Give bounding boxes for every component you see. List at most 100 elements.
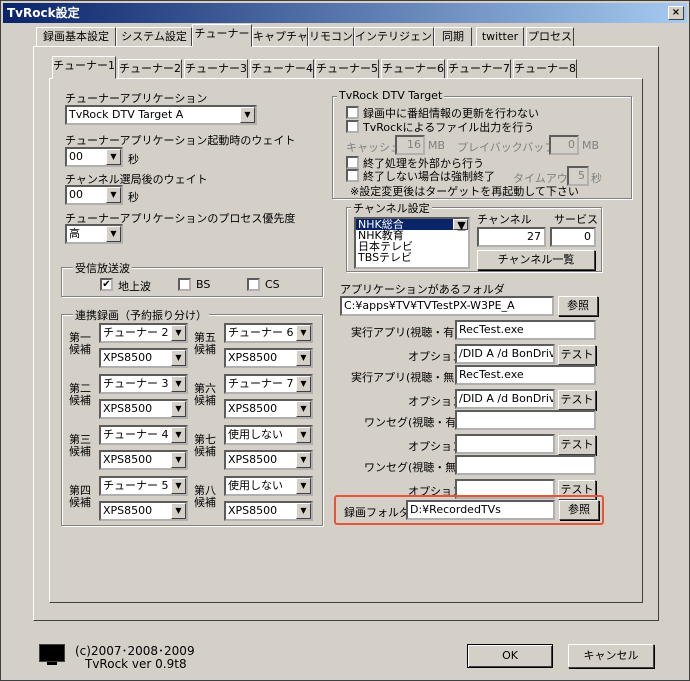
candidate-device-select[interactable]: XPS8500 ▼ bbox=[99, 348, 188, 368]
channel-input[interactable]: 27 bbox=[477, 227, 546, 247]
candidate-device-select[interactable]: XPS8500 ▼ bbox=[224, 348, 313, 368]
terrestrial-checkbox[interactable]: ✔ bbox=[100, 278, 113, 291]
file-output-checkbox[interactable] bbox=[346, 120, 359, 133]
exec-app-label: 実行アプリ(視聴・無) bbox=[351, 371, 459, 384]
candidate-tuner-select[interactable]: チューナー 6 ▼ bbox=[224, 323, 313, 343]
chevron-down-icon[interactable]: ▼ bbox=[171, 376, 186, 392]
bs-checkbox[interactable] bbox=[178, 278, 191, 291]
subtab-tuner4[interactable]: チューナー4 bbox=[250, 59, 314, 79]
chevron-down-icon[interactable]: ▼ bbox=[296, 452, 311, 468]
subtab-tuner5[interactable]: チューナー5 bbox=[315, 59, 379, 79]
test-button[interactable]: テスト bbox=[558, 345, 596, 365]
option-input[interactable] bbox=[455, 434, 555, 454]
chevron-down-icon[interactable]: ▼ bbox=[106, 226, 121, 242]
candidate-device-select[interactable]: XPS8500 ▼ bbox=[224, 399, 313, 419]
playback-buffer-input[interactable]: 0 bbox=[549, 135, 579, 155]
chevron-down-icon[interactable]: ▼ bbox=[296, 325, 311, 341]
exec-app-label: 実行アプリ(視聴・有) bbox=[351, 326, 459, 339]
tuner-app-select[interactable]: TvRock DTV Target A ▼ bbox=[65, 105, 257, 125]
subtab-tuner7[interactable]: チューナー7 bbox=[447, 59, 511, 79]
tab-recording-basic[interactable]: 録画基本設定 bbox=[36, 27, 116, 47]
ok-button[interactable]: OK bbox=[467, 644, 553, 668]
channel-scrollbar[interactable]: ▲ ▼ bbox=[453, 219, 468, 231]
option-input[interactable]: /DID A /d BonDriv bbox=[455, 344, 555, 364]
monitor-icon bbox=[39, 644, 65, 662]
chevron-down-icon[interactable]: ▼ bbox=[296, 376, 311, 392]
exec-app-input[interactable] bbox=[455, 455, 596, 475]
chevron-down-icon[interactable]: ▼ bbox=[171, 503, 186, 519]
chevron-down-icon[interactable]: ▼ bbox=[171, 401, 186, 417]
cache-input[interactable]: 16 bbox=[395, 135, 425, 155]
candidate-device-select[interactable]: XPS8500 ▼ bbox=[99, 399, 188, 419]
exec-app-input[interactable] bbox=[455, 410, 596, 430]
candidate-tuner-value: チューナー 5 bbox=[103, 479, 169, 492]
subtab-tuner3[interactable]: チューナー3 bbox=[184, 59, 248, 79]
tab-intelligent[interactable]: インテリジェント bbox=[354, 27, 443, 47]
channel-list-item[interactable]: TBSテレビ bbox=[356, 252, 468, 263]
candidate-device-select[interactable]: XPS8500 ▼ bbox=[224, 450, 313, 470]
chevron-down-icon[interactable]: ▼ bbox=[296, 503, 311, 519]
record-folder-label: 録画フォルダ bbox=[344, 506, 410, 519]
app-folder-browse-button[interactable]: 参照 bbox=[558, 296, 598, 316]
tuner-app-value: TvRock DTV Target A bbox=[69, 108, 184, 121]
exec-app-input[interactable]: RecTest.exe bbox=[455, 365, 596, 385]
chevron-down-icon[interactable]: ▼ bbox=[171, 478, 186, 494]
chevron-down-icon[interactable]: ▼ bbox=[171, 325, 186, 341]
channel-list-button[interactable]: チャンネル一覧 bbox=[477, 250, 595, 270]
chevron-down-icon[interactable]: ▼ bbox=[106, 187, 121, 203]
test-button[interactable]: テスト bbox=[558, 435, 596, 455]
candidate-tuner-select[interactable]: チューナー 5 ▼ bbox=[99, 476, 188, 496]
app-folder-input[interactable]: C:¥apps¥TV¥TVTestPX-W3PE_A bbox=[340, 296, 554, 316]
scroll-down-icon[interactable]: ▼ bbox=[453, 219, 468, 231]
tab-twitter[interactable]: twitter bbox=[476, 27, 524, 47]
candidate-device-select[interactable]: XPS8500 ▼ bbox=[224, 501, 313, 521]
record-folder-browse-button[interactable]: 参照 bbox=[559, 500, 599, 520]
record-folder-input[interactable]: D:¥RecordedTVs bbox=[406, 500, 555, 520]
tab-process[interactable]: プロセス bbox=[526, 27, 574, 47]
candidate-tuner-select[interactable]: チューナー 3 ▼ bbox=[99, 374, 188, 394]
candidate-device-value: XPS8500 bbox=[228, 453, 278, 466]
chevron-down-icon[interactable]: ▼ bbox=[296, 478, 311, 494]
tab-system[interactable]: システム設定 bbox=[116, 27, 192, 47]
candidate-tuner-value: チューナー 3 bbox=[103, 377, 169, 390]
cancel-button[interactable]: キャンセル bbox=[568, 644, 654, 668]
option-input[interactable]: /DID A /d BonDriv bbox=[455, 389, 555, 409]
exec-app-input[interactable]: RecTest.exe bbox=[455, 320, 596, 340]
service-input[interactable]: 0 bbox=[550, 227, 596, 247]
candidate-tuner-select[interactable]: チューナー 2 ▼ bbox=[99, 323, 188, 343]
tab-remote[interactable]: リモコン bbox=[308, 27, 354, 47]
cache-unit: MB bbox=[428, 139, 446, 152]
candidate-device-select[interactable]: XPS8500 ▼ bbox=[99, 450, 188, 470]
subtab-tuner2[interactable]: チューナー2 bbox=[118, 59, 182, 79]
channel-wait-select[interactable]: 00 ▼ bbox=[65, 185, 123, 205]
subtab-tuner6[interactable]: チューナー6 bbox=[381, 59, 445, 79]
cs-checkbox[interactable] bbox=[247, 278, 260, 291]
candidate-tuner-select[interactable]: チューナー 7 ▼ bbox=[224, 374, 313, 394]
candidate-tuner-select[interactable]: 使用しない ▼ bbox=[224, 425, 313, 445]
chevron-down-icon[interactable]: ▼ bbox=[171, 350, 186, 366]
candidate-tuner-select[interactable]: 使用しない ▼ bbox=[224, 476, 313, 496]
chevron-down-icon[interactable]: ▼ bbox=[240, 107, 255, 123]
candidate-tuner-select[interactable]: チューナー 4 ▼ bbox=[99, 425, 188, 445]
external-exit-checkbox[interactable] bbox=[346, 156, 359, 169]
channel-listbox[interactable]: NHK総合 NHK教育 日本テレビ TBSテレビ ▲ ▼ bbox=[354, 217, 470, 269]
no-epg-update-checkbox[interactable] bbox=[346, 106, 359, 119]
close-button[interactable]: × bbox=[668, 6, 684, 20]
chevron-down-icon[interactable]: ▼ bbox=[171, 427, 186, 443]
force-exit-label: 終了しない場合は強制終了 bbox=[363, 170, 495, 183]
tab-tuner[interactable]: チューナー bbox=[192, 24, 252, 47]
force-exit-checkbox[interactable] bbox=[346, 169, 359, 182]
startup-wait-select[interactable]: 00 ▼ bbox=[65, 147, 123, 167]
subtab-tuner8[interactable]: チューナー8 bbox=[513, 59, 577, 79]
chevron-down-icon[interactable]: ▼ bbox=[171, 452, 186, 468]
candidate-device-select[interactable]: XPS8500 ▼ bbox=[99, 501, 188, 521]
chevron-down-icon[interactable]: ▼ bbox=[106, 149, 121, 165]
chevron-down-icon[interactable]: ▼ bbox=[296, 427, 311, 443]
priority-select[interactable]: 高 ▼ bbox=[65, 224, 123, 244]
chevron-down-icon[interactable]: ▼ bbox=[296, 401, 311, 417]
tab-capture[interactable]: キャプチャ bbox=[252, 27, 308, 47]
chevron-down-icon[interactable]: ▼ bbox=[296, 350, 311, 366]
test-button[interactable]: テスト bbox=[558, 390, 596, 410]
tab-sync[interactable]: 同期 bbox=[434, 27, 472, 47]
subtab-tuner1[interactable]: チューナー1 bbox=[52, 56, 116, 79]
